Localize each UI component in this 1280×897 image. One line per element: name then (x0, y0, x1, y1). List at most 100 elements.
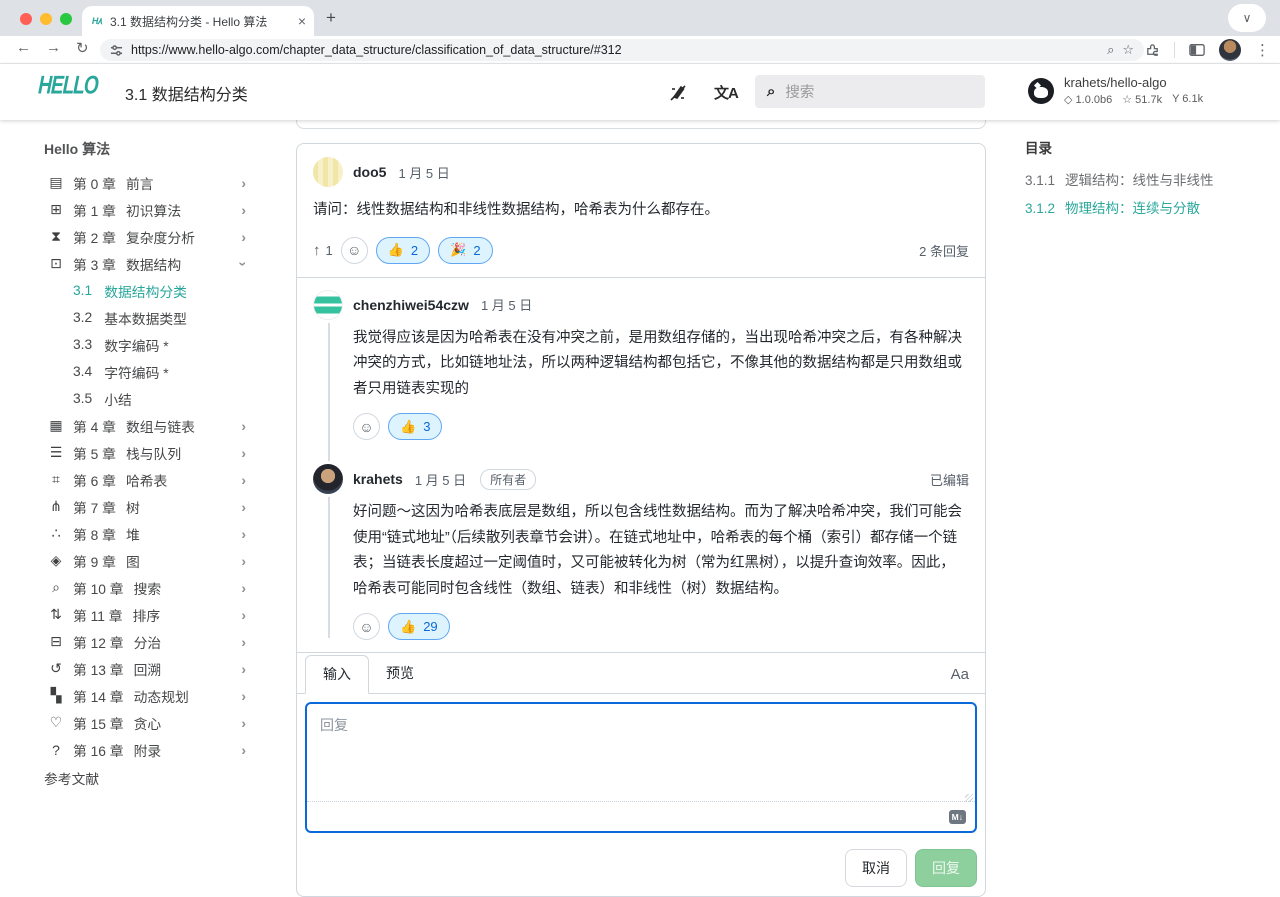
avatar[interactable] (313, 290, 343, 320)
chevron-right-icon[interactable]: › (241, 553, 246, 569)
comment-date[interactable]: 1 月 5 日 (481, 295, 532, 314)
chevron-right-icon[interactable]: › (241, 634, 246, 650)
add-reaction-button[interactable]: ☺ (353, 413, 380, 440)
browser-tab[interactable]: H۸ 3.1 数据结构分类 - Hello 算法 × (82, 6, 314, 36)
reaction-pill-thumbsup[interactable]: 👍 29 (388, 613, 450, 640)
sidebar-item-chapter-3[interactable]: ⊡第 3 章数据结构› (0, 250, 290, 277)
reply-textarea[interactable]: 回复 M↓ (305, 702, 977, 833)
reaction-pill-thumbsup[interactable]: 👍 3 (388, 413, 442, 440)
sidebar-item-chapter-4[interactable]: ▦第 4 章数组与链表› (0, 412, 290, 439)
theme-toggle-icon[interactable] (668, 83, 688, 103)
chevron-right-icon[interactable]: › (241, 580, 246, 596)
add-reaction-button[interactable]: ☺ (341, 237, 368, 264)
upvote-arrow-icon: ↑ (313, 242, 321, 259)
resize-grip[interactable] (965, 794, 973, 802)
shapes-icon: ⊡ (46, 255, 66, 272)
toc-item-3.1.1[interactable]: 3.1.1逻辑结构：线性与非线性 (1025, 167, 1271, 195)
comment-author[interactable]: krahets (353, 471, 403, 487)
chevron-right-icon[interactable]: › (241, 688, 246, 704)
avatar[interactable] (313, 464, 343, 494)
forward-icon[interactable]: → (46, 39, 61, 56)
chapter-label: 附录 (134, 740, 162, 760)
sidebar-item-chapter-7[interactable]: ⋔第 7 章树› (0, 493, 290, 520)
address-bar[interactable]: https://www.hello-algo.com/chapter_data_… (100, 39, 1144, 61)
tab-preview[interactable]: 预览 (369, 655, 431, 693)
chevron-right-icon[interactable]: › (241, 445, 246, 461)
sidebar-item-chapter-12[interactable]: ⊟第 12 章分治› (0, 628, 290, 655)
close-window-button[interactable] (20, 13, 32, 25)
sidebar-item-chapter-6[interactable]: ⌗第 6 章哈希表› (0, 466, 290, 493)
avatar[interactable] (313, 157, 343, 187)
sidebar-item-chapter-0[interactable]: ▤第 0 章前言› (0, 169, 290, 196)
hello-algo-logo[interactable]: HELLO (37, 72, 117, 113)
fullscreen-window-button[interactable] (60, 13, 72, 25)
sidebar-item-chapter-10[interactable]: ⌕第 10 章搜索› (0, 574, 290, 601)
chevron-right-icon[interactable]: › (241, 229, 246, 245)
reload-icon[interactable]: ↻ (76, 39, 89, 57)
sidebar-brand[interactable]: Hello 算法 (0, 139, 290, 169)
star-icon: ☆ (1122, 94, 1132, 106)
sidebar-item-chapter-15[interactable]: ♡第 15 章贪心› (0, 709, 290, 736)
extensions-puzzle-icon[interactable] (1145, 43, 1160, 58)
browser-profile-avatar[interactable] (1219, 39, 1241, 61)
github-logo-icon (1028, 78, 1054, 104)
sidebar-item-chapter-5[interactable]: ☰第 5 章栈与队列› (0, 439, 290, 466)
tree-icon: ⋔ (46, 498, 66, 515)
chapter-number: 第 14 章 (73, 686, 124, 706)
sidebar-subitem-3.1[interactable]: 3.1数据结构分类 (0, 277, 290, 304)
minimize-window-button[interactable] (40, 13, 52, 25)
chevron-right-icon[interactable]: › (241, 418, 246, 434)
sidebar-item-chapter-16[interactable]: ?第 16 章附录› (0, 736, 290, 763)
chevron-right-icon[interactable]: › (241, 526, 246, 542)
table-of-contents: 目录 3.1.1逻辑结构：线性与非线性3.1.2物理结构：连续与分散 (1025, 137, 1271, 223)
chevron-down-icon[interactable]: › (236, 261, 252, 266)
chevron-right-icon[interactable]: › (241, 742, 246, 758)
site-settings-tune-icon[interactable] (110, 44, 123, 57)
search-box[interactable]: ⌕ 搜索 (755, 75, 985, 108)
reaction-pill-thumbsup[interactable]: 👍 2 (376, 237, 430, 264)
chevron-right-icon[interactable]: › (241, 715, 246, 731)
sidebar-subitem-3.2[interactable]: 3.2基本数据类型 (0, 304, 290, 331)
comment-date[interactable]: 1 月 5 日 (415, 470, 466, 489)
back-icon[interactable]: ← (16, 39, 31, 56)
chevron-right-icon[interactable]: › (241, 202, 246, 218)
sidebar-item-chapter-8[interactable]: ∴第 8 章堆› (0, 520, 290, 547)
tab-close-icon[interactable]: × (298, 14, 306, 28)
sidebar-subitem-3.3[interactable]: 3.3数字编码 * (0, 331, 290, 358)
reply-submit-button[interactable]: 回复 (915, 849, 977, 887)
bookmark-star-icon[interactable]: ☆ (1122, 42, 1134, 58)
sidebar-subitem-3.4[interactable]: 3.4字符编码 * (0, 358, 290, 385)
text-format-icon[interactable]: Aa (951, 666, 969, 693)
add-reaction-button[interactable]: ☺ (353, 613, 380, 640)
sidebar-item-chapter-2[interactable]: ⧗第 2 章复杂度分析› (0, 223, 290, 250)
chevron-right-icon[interactable]: › (241, 607, 246, 623)
upvote-button[interactable]: ↑ 1 (313, 242, 333, 259)
comment-author[interactable]: chenzhiwei54czw (353, 297, 469, 313)
chevron-right-icon[interactable]: › (241, 499, 246, 515)
url-text[interactable]: https://www.hello-algo.com/chapter_data_… (131, 43, 1099, 57)
reaction-pill-party[interactable]: 🎉 2 (438, 237, 492, 264)
comment-date[interactable]: 1 月 5 日 (398, 163, 449, 182)
sidebar-subitem-3.5[interactable]: 3.5小结 (0, 385, 290, 412)
sidebar-item-chapter-9[interactable]: ◈第 9 章图› (0, 547, 290, 574)
side-panel-icon[interactable] (1189, 43, 1205, 57)
sidebar-item-references[interactable]: 参考文献 (0, 763, 290, 790)
repo-name[interactable]: krahets/hello-algo (1064, 75, 1203, 90)
chevron-right-icon[interactable]: › (241, 175, 246, 191)
sidebar-item-chapter-13[interactable]: ↺第 13 章回溯› (0, 655, 290, 682)
github-repo-widget[interactable]: krahets/hello-algo ◇ 1.0.0b6 ☆ 51.7k Y 6… (1028, 75, 1203, 106)
chevron-right-icon[interactable]: › (241, 472, 246, 488)
kebab-menu-icon[interactable]: ⋮ (1255, 41, 1270, 59)
new-tab-button[interactable]: + (326, 8, 336, 28)
sidebar-item-chapter-14[interactable]: ▚第 14 章动态规划› (0, 682, 290, 709)
cancel-button[interactable]: 取消 (845, 849, 907, 887)
sidebar-item-chapter-11[interactable]: ⇅第 11 章排序› (0, 601, 290, 628)
chevron-down-icon[interactable]: ∨ (1228, 4, 1266, 32)
sidebar-item-chapter-1[interactable]: ⊞第 1 章初识算法› (0, 196, 290, 223)
language-switch-icon[interactable]: 文A (714, 82, 738, 103)
zoom-icon[interactable]: ⌕ (1107, 42, 1114, 58)
comment-author[interactable]: doo5 (353, 164, 386, 180)
chevron-right-icon[interactable]: › (241, 661, 246, 677)
tab-write[interactable]: 输入 (305, 655, 369, 694)
toc-item-3.1.2[interactable]: 3.1.2物理结构：连续与分散 (1025, 195, 1271, 223)
